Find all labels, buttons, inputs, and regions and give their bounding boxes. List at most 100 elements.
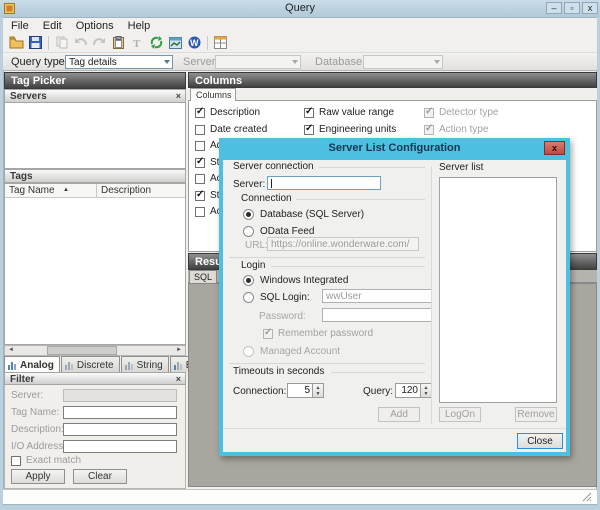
filter-panel: Server: Tag Name: Description: I/O Addre… (4, 385, 186, 489)
filter-close-icon[interactable]: × (176, 374, 181, 384)
chart-button[interactable] (166, 34, 185, 51)
sql-login-radio[interactable] (243, 292, 254, 303)
tab-discrete[interactable]: Discrete (61, 356, 120, 372)
redo-button[interactable] (90, 34, 109, 51)
tag-name-column-header[interactable]: Tag Name ▲ (5, 184, 97, 197)
servers-list[interactable] (4, 103, 186, 169)
server-connection-group-label: Server connection (233, 161, 318, 172)
footer-divider (223, 428, 566, 429)
tab-analog[interactable]: Analog (4, 356, 60, 372)
column-checkbox[interactable] (195, 141, 205, 151)
sql-tab[interactable]: SQL (189, 270, 217, 283)
database-radio[interactable] (243, 209, 254, 220)
wonderware-button[interactable]: W (185, 34, 204, 51)
dialog-body: Server connection Server: Connection Dat… (223, 160, 566, 452)
copy-button[interactable] (52, 34, 71, 51)
engineering-units-checkbox[interactable] (304, 125, 314, 135)
event-icon (174, 361, 183, 370)
description-checkbox[interactable] (195, 108, 205, 118)
menu-options[interactable]: Options (76, 20, 114, 32)
logon-button[interactable]: LogOn (439, 407, 481, 422)
query-bar: Query type: Tag details Server: Database… (3, 53, 597, 71)
exact-match-checkbox[interactable] (11, 456, 21, 466)
url-input[interactable]: https://online.wonderware.com/ (267, 237, 419, 251)
filter-description-input[interactable] (63, 423, 177, 436)
open-button[interactable] (7, 34, 26, 51)
connection-timeout-spinner[interactable]: 5 ▲▼ (287, 383, 324, 398)
description-column-header[interactable]: Description (97, 184, 151, 197)
tags-table[interactable]: Tag Name ▲ Description (4, 183, 186, 345)
remember-password-checkbox[interactable] (263, 329, 273, 339)
columns-tab[interactable]: Columns (190, 88, 236, 101)
menu-help[interactable]: Help (128, 20, 151, 32)
servers-close-icon[interactable]: × (176, 91, 181, 101)
refresh-button[interactable] (147, 34, 166, 51)
redo-icon (93, 37, 106, 49)
scrollbar-thumb[interactable] (47, 346, 117, 355)
sql-login-input[interactable]: wwUser (322, 289, 432, 303)
dialog-close-button[interactable]: x (544, 141, 565, 155)
column-checkbox[interactable] (195, 207, 205, 217)
dialog-server-input[interactable] (267, 176, 381, 190)
chevron-down-icon (164, 60, 170, 64)
columns-button[interactable] (211, 34, 230, 51)
save-button[interactable] (26, 34, 45, 51)
action-type-checkbox[interactable] (424, 125, 434, 135)
column-option: Action type (424, 124, 488, 135)
scroll-right-icon[interactable]: ► (173, 346, 185, 355)
close-button[interactable]: x (582, 2, 598, 14)
apply-button[interactable]: Apply (11, 469, 65, 484)
minimize-button[interactable]: – (546, 2, 562, 14)
column-checkbox[interactable] (195, 174, 205, 184)
filter-tag-name-input[interactable] (63, 406, 177, 419)
query-timeout-value[interactable]: 120 (395, 383, 421, 398)
paste-button[interactable] (109, 34, 128, 51)
column-checkbox[interactable] (195, 158, 205, 168)
column-option-label: Date created (210, 124, 267, 135)
connection-timeout-value[interactable]: 5 (287, 383, 313, 398)
tab-string[interactable]: String (121, 356, 169, 372)
undo-button[interactable] (71, 34, 90, 51)
query-type-select[interactable]: Tag details (65, 55, 173, 69)
server-select[interactable] (215, 55, 301, 69)
query-timeout-spinner[interactable]: 120 ▲▼ (395, 383, 432, 398)
raw-value-range-checkbox[interactable] (304, 108, 314, 118)
remove-button[interactable]: Remove (515, 407, 557, 422)
password-input[interactable] (322, 308, 432, 322)
date-created-checkbox[interactable] (195, 125, 205, 135)
windows-integrated-radio[interactable] (243, 275, 254, 286)
resize-grip[interactable] (582, 492, 592, 502)
undo-icon (74, 37, 87, 49)
column-checkbox[interactable] (195, 191, 205, 201)
dialog-server-label: Server: (233, 179, 265, 190)
menu-file[interactable]: File (11, 20, 29, 32)
add-button[interactable]: Add (378, 407, 420, 422)
filter-io-address-input[interactable] (63, 440, 177, 453)
chevron-down-icon (434, 60, 440, 64)
password-label: Password: (259, 311, 306, 322)
clear-button[interactable]: Clear (73, 469, 127, 484)
horizontal-scrollbar[interactable]: ◄ ► (4, 345, 186, 356)
sql-login-label: SQL Login: (260, 292, 310, 303)
odata-radio[interactable] (243, 226, 254, 237)
database-radio-label: Database (SQL Server) (260, 209, 364, 220)
scroll-left-icon[interactable]: ◄ (5, 346, 17, 355)
sql-login-option[interactable]: SQL Login: (243, 292, 310, 303)
managed-account-radio[interactable] (243, 346, 254, 357)
filter-section-header: Filter × (4, 372, 186, 385)
toolbar-separator (207, 36, 208, 50)
font-button[interactable]: T (128, 34, 147, 51)
filter-server-input[interactable] (63, 389, 177, 402)
server-listbox[interactable] (439, 177, 557, 403)
windows-integrated-option[interactable]: Windows Integrated (243, 275, 348, 286)
database-sql-server-option[interactable]: Database (SQL Server) (243, 209, 364, 220)
spinner-arrows-icon[interactable]: ▲▼ (313, 383, 324, 398)
dialog-close-action-button[interactable]: Close (517, 433, 563, 449)
column-option: Ac (195, 206, 222, 217)
odata-feed-option[interactable]: OData Feed (243, 226, 314, 237)
database-select[interactable] (363, 55, 443, 69)
managed-account-option[interactable]: Managed Account (243, 346, 340, 357)
detector-type-checkbox[interactable] (424, 108, 434, 118)
maximize-button[interactable]: ▫ (564, 2, 580, 14)
menu-edit[interactable]: Edit (43, 20, 62, 32)
